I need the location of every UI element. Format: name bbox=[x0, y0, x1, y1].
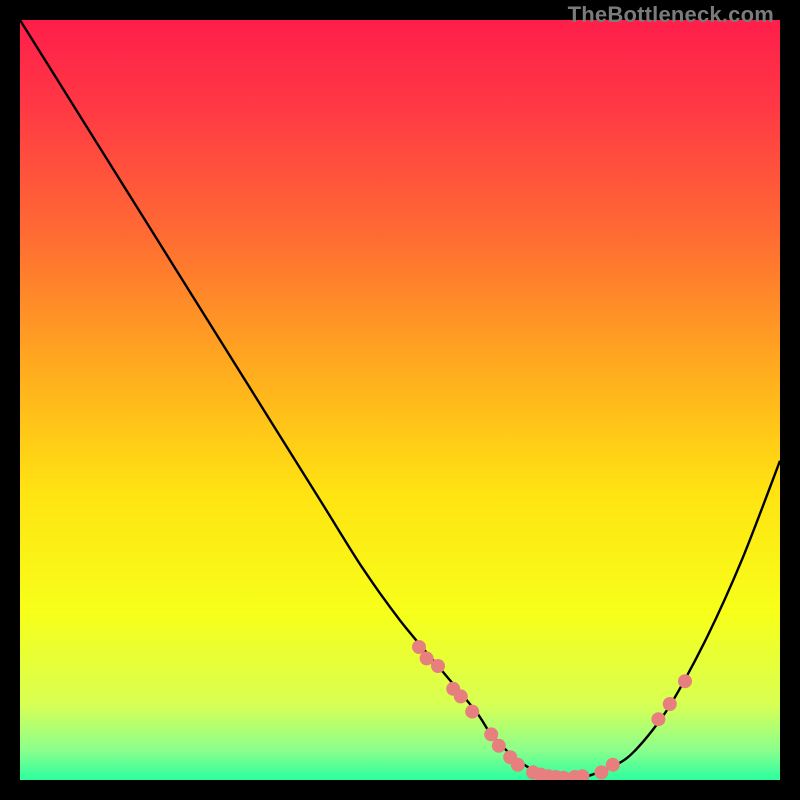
data-marker bbox=[492, 739, 506, 753]
data-marker bbox=[454, 689, 468, 703]
data-marker bbox=[651, 712, 665, 726]
data-marker bbox=[465, 705, 479, 719]
chart-gradient-bg bbox=[20, 20, 780, 780]
data-marker bbox=[606, 758, 620, 772]
data-marker bbox=[431, 659, 445, 673]
data-marker bbox=[420, 651, 434, 665]
watermark-text: TheBottleneck.com bbox=[568, 2, 774, 28]
data-marker bbox=[678, 674, 692, 688]
data-marker bbox=[511, 758, 525, 772]
data-marker bbox=[412, 640, 426, 654]
data-marker bbox=[663, 697, 677, 711]
data-marker bbox=[484, 727, 498, 741]
chart-frame bbox=[20, 20, 780, 780]
bottleneck-chart bbox=[20, 20, 780, 780]
data-marker bbox=[594, 765, 608, 779]
